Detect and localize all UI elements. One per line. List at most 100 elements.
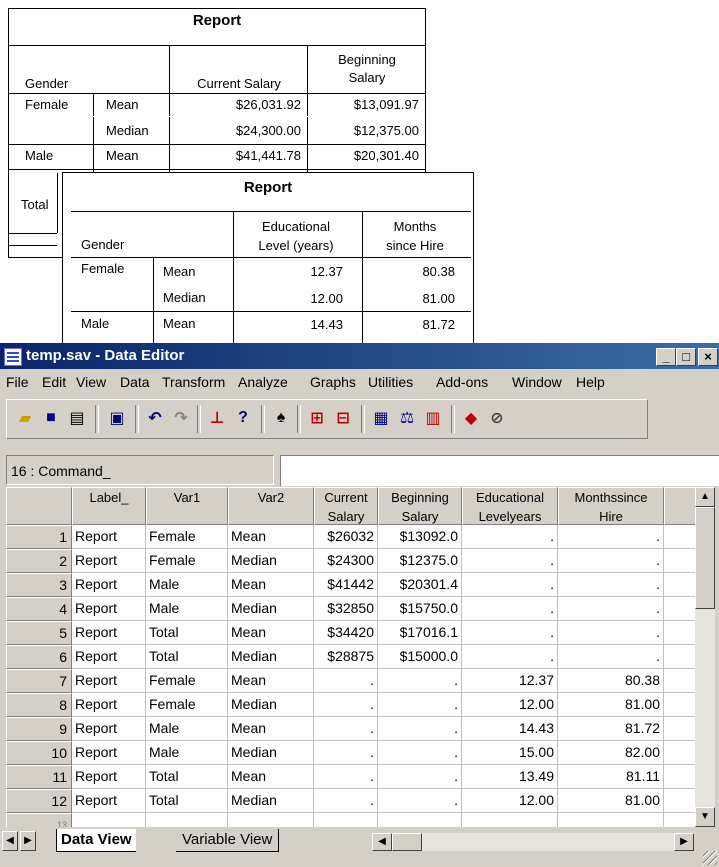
table-cell[interactable]: . — [558, 573, 664, 597]
table-cell-empty[interactable] — [664, 669, 695, 693]
column-header[interactable]: Label_ — [72, 487, 146, 525]
save-icon[interactable]: ■ — [39, 406, 63, 430]
table-cell[interactable]: . — [558, 549, 664, 573]
table-cell[interactable]: $41442 — [314, 573, 378, 597]
table-cell[interactable]: . — [558, 621, 664, 645]
table-cell[interactable]: . — [378, 693, 462, 717]
table-cell[interactable]: . — [378, 669, 462, 693]
row-header[interactable]: 8 — [6, 693, 72, 717]
table-cell[interactable]: . — [378, 765, 462, 789]
table-cell[interactable]: Mean — [228, 765, 314, 789]
resize-grip[interactable] — [703, 851, 717, 865]
table-cell[interactable]: Mean — [228, 573, 314, 597]
row-header[interactable]: 4 — [6, 597, 72, 621]
table-cell[interactable] — [462, 813, 558, 827]
table-cell[interactable]: Male — [146, 741, 228, 765]
maximize-button[interactable]: □ — [676, 348, 696, 366]
scroll-up-button[interactable]: ▲ — [695, 487, 715, 507]
tab-data-view[interactable]: Data View — [56, 829, 136, 852]
table-cell[interactable]: . — [558, 525, 664, 549]
table-cell-empty[interactable] — [664, 573, 695, 597]
table-cell-empty[interactable] — [664, 813, 695, 827]
table-cell[interactable]: 14.43 — [462, 717, 558, 741]
table-cell-empty[interactable] — [664, 741, 695, 765]
menu-transform[interactable]: Transform — [162, 369, 225, 395]
tab-variable-view[interactable]: Variable View — [176, 829, 280, 852]
row-header[interactable]: 3 — [6, 573, 72, 597]
title-bar[interactable]: temp.sav - Data Editor _ □ × — [0, 343, 719, 369]
table-cell[interactable]: . — [314, 717, 378, 741]
row-header[interactable]: 9 — [6, 717, 72, 741]
table-cell-empty[interactable] — [664, 549, 695, 573]
table-cell[interactable]: Total — [146, 621, 228, 645]
table-cell[interactable]: Report — [72, 693, 146, 717]
row-header[interactable]: 6 — [6, 645, 72, 669]
menu-help[interactable]: Help — [576, 369, 605, 395]
tab-scroll-right-button[interactable]: ▶ — [20, 831, 36, 851]
table-cell-empty[interactable] — [664, 717, 695, 741]
table-cell[interactable]: 12.37 — [462, 669, 558, 693]
table-cell[interactable]: . — [314, 693, 378, 717]
table-cell[interactable]: Report — [72, 549, 146, 573]
row-header[interactable]: 5 — [6, 621, 72, 645]
row-header[interactable]: 2 — [6, 549, 72, 573]
table-cell[interactable]: $26032 — [314, 525, 378, 549]
table-cell[interactable]: 81.00 — [558, 789, 664, 813]
table-cell[interactable]: $12375.0 — [378, 549, 462, 573]
variables-icon[interactable]: ? — [231, 406, 255, 430]
close-button[interactable]: × — [698, 348, 718, 366]
table-cell[interactable]: Report — [72, 621, 146, 645]
table-cell[interactable]: . — [314, 669, 378, 693]
redo-icon[interactable]: ↷ — [169, 406, 193, 430]
table-cell[interactable]: Report — [72, 573, 146, 597]
row-header[interactable]: 11 — [6, 765, 72, 789]
insert-variable-icon[interactable]: ⊟ — [331, 406, 355, 430]
table-cell[interactable]: Total — [146, 765, 228, 789]
menu-edit[interactable]: Edit — [42, 369, 66, 395]
table-cell[interactable]: Mean — [228, 525, 314, 549]
table-cell[interactable]: . — [462, 597, 558, 621]
open-icon[interactable]: ▰ — [13, 406, 37, 430]
column-header[interactable]: Current Salary — [314, 487, 378, 525]
table-cell-empty[interactable] — [664, 645, 695, 669]
table-cell[interactable]: Median — [228, 741, 314, 765]
horizontal-scroll-thumb[interactable] — [392, 833, 422, 851]
table-cell-empty[interactable] — [664, 789, 695, 813]
table-cell[interactable]: 81.00 — [558, 693, 664, 717]
table-cell[interactable]: . — [462, 645, 558, 669]
menu-file[interactable]: File — [6, 369, 29, 395]
print-icon[interactable]: ▤ — [65, 406, 89, 430]
table-cell[interactable]: Report — [72, 669, 146, 693]
table-cell[interactable]: $20301.4 — [378, 573, 462, 597]
insert-cases-icon[interactable]: ⊞ — [305, 406, 329, 430]
menu-analyze[interactable]: Analyze — [238, 369, 288, 395]
menu-window[interactable]: Window — [512, 369, 562, 395]
table-cell[interactable]: $28875 — [314, 645, 378, 669]
table-cell[interactable]: Report — [72, 597, 146, 621]
value-labels-icon[interactable]: ◆ — [459, 406, 483, 430]
undo-icon[interactable]: ↶ — [143, 406, 167, 430]
table-cell[interactable]: Total — [146, 789, 228, 813]
dialog-recall-icon[interactable]: ▣ — [105, 406, 129, 430]
table-cell[interactable]: Report — [72, 525, 146, 549]
menu-data[interactable]: Data — [120, 369, 150, 395]
menu-utilities[interactable]: Utilities — [368, 369, 413, 395]
table-cell[interactable]: Total — [146, 645, 228, 669]
table-cell[interactable]: . — [378, 789, 462, 813]
table-cell[interactable]: 15.00 — [462, 741, 558, 765]
table-cell[interactable]: 81.72 — [558, 717, 664, 741]
table-cell[interactable]: Median — [228, 789, 314, 813]
table-cell[interactable] — [558, 813, 664, 827]
table-cell-empty[interactable] — [664, 693, 695, 717]
row-header[interactable]: 10 — [6, 741, 72, 765]
table-cell[interactable]: Median — [228, 549, 314, 573]
table-cell[interactable]: $17016.1 — [378, 621, 462, 645]
column-header-empty[interactable] — [664, 487, 695, 525]
table-cell[interactable]: Male — [146, 597, 228, 621]
weight-cases-icon[interactable]: ⚖ — [395, 406, 419, 430]
use-sets-icon[interactable]: ⊘ — [485, 406, 509, 430]
table-cell[interactable] — [146, 813, 228, 827]
row-header[interactable]: 13 — [6, 813, 72, 827]
table-cell-empty[interactable] — [664, 525, 695, 549]
table-cell[interactable] — [72, 813, 146, 827]
